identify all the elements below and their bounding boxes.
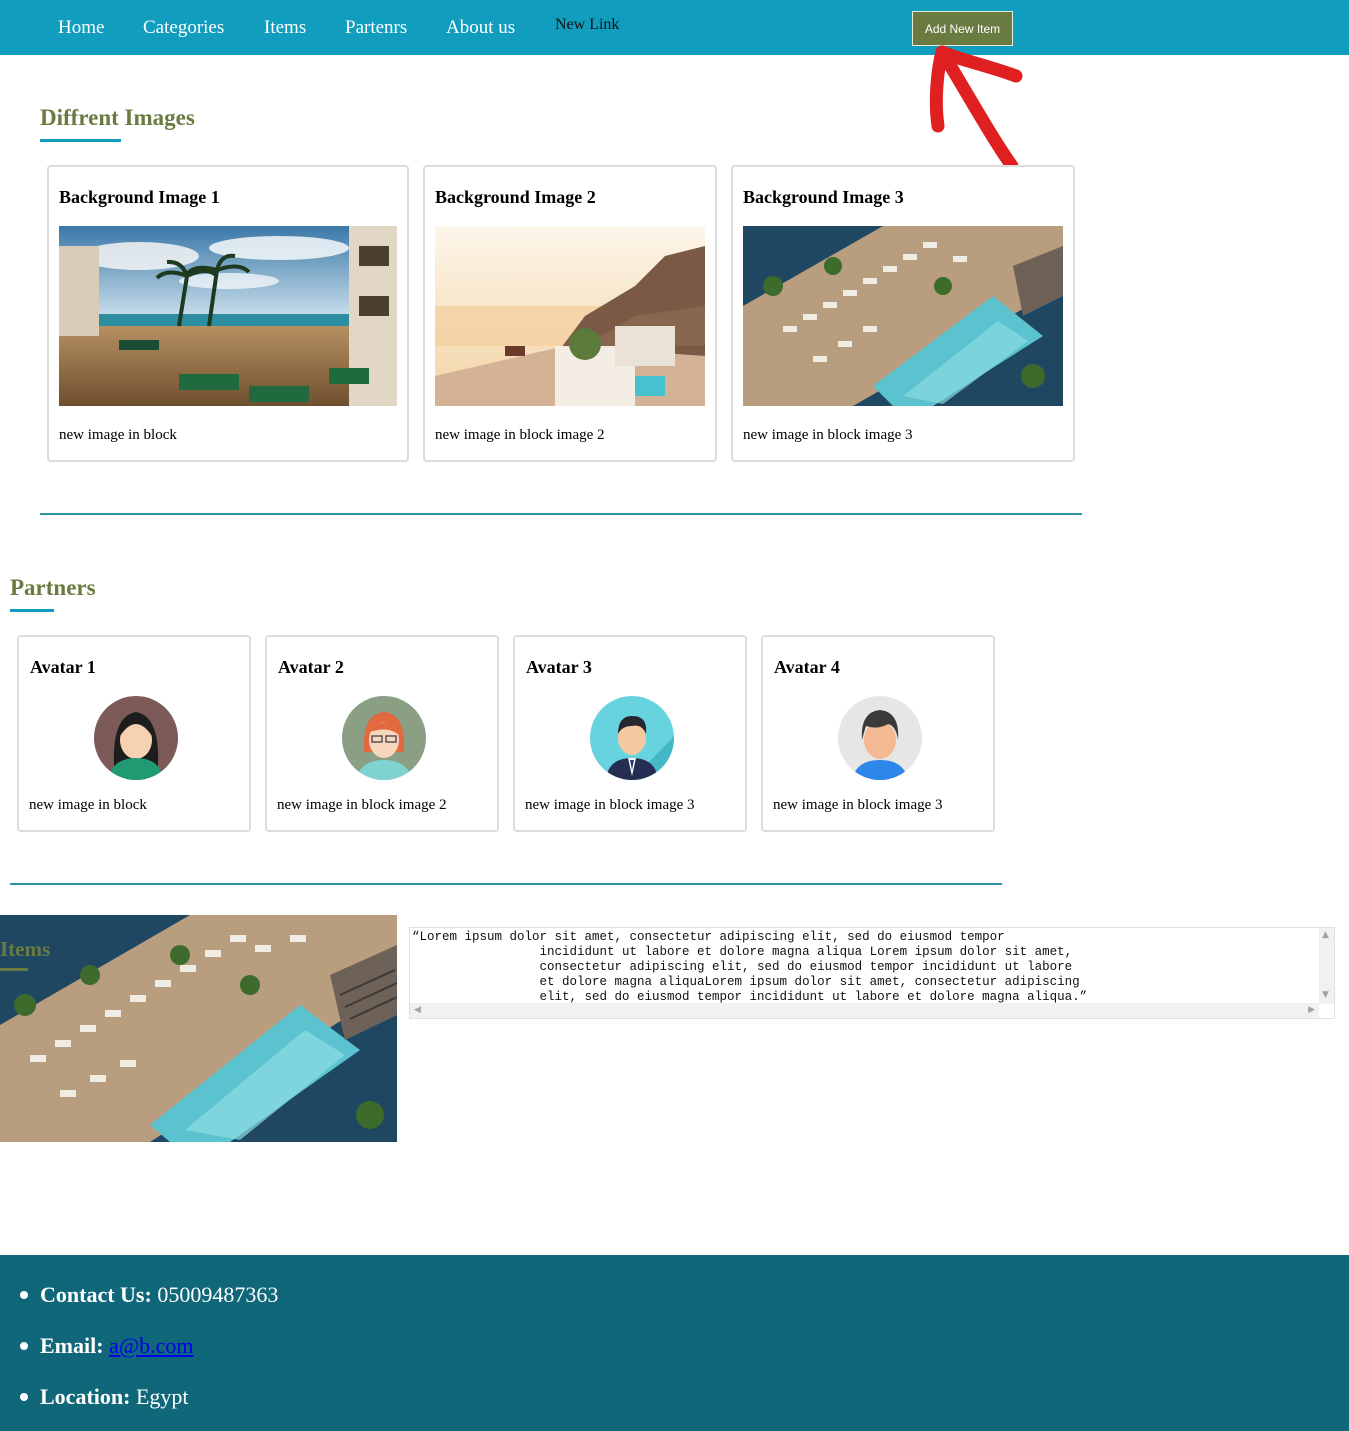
card-caption: new image in block xyxy=(59,427,177,443)
footer-contact-label: Contact Us: xyxy=(40,1282,152,1307)
scroll-up-icon[interactable]: ▲ xyxy=(1322,930,1329,940)
avatar-woman-glasses-icon xyxy=(342,696,426,780)
footer-email-label: Email: xyxy=(40,1333,104,1358)
bullet-icon xyxy=(20,1290,28,1299)
images-section-title: Diffrent Images xyxy=(40,105,195,130)
top-navbar: Home Categories Items Partenrs About us … xyxy=(0,0,1349,55)
card-caption: new image in block xyxy=(29,797,147,813)
bullet-icon xyxy=(20,1392,28,1401)
vertical-scrollbar[interactable]: ▲ ▼ xyxy=(1319,928,1334,1004)
avatar-woman-icon xyxy=(94,696,178,780)
card-caption: new image in block image 2 xyxy=(435,427,605,443)
partner-card: Avatar 3 new image in block image 3 xyxy=(513,635,747,832)
avatar-businessman-icon xyxy=(590,696,674,780)
partner-card: Avatar 4 new image in block image 3 xyxy=(761,635,995,832)
nav-link-items[interactable]: Items xyxy=(264,17,306,39)
nav-link-new[interactable]: New Link xyxy=(555,16,619,34)
footer-contact-value: 05009487363 xyxy=(157,1282,279,1307)
card-caption: new image in block image 3 xyxy=(743,427,913,443)
annotation-arrow-icon xyxy=(929,45,1023,173)
lorem-textarea[interactable]: “Lorem ipsum dolor sit amet, consectetur… xyxy=(409,927,1335,1019)
footer-contact: Contact Us: 05009487363 xyxy=(20,1282,278,1308)
image-card: Background Image 2 new image in block im… xyxy=(423,165,717,462)
footer-location-label: Location: xyxy=(40,1384,131,1409)
card-title: Avatar 2 xyxy=(278,657,344,677)
bullet-icon xyxy=(20,1341,28,1350)
footer-email-link[interactable]: a@b.com xyxy=(109,1333,193,1358)
partner-card: Avatar 2 new image in block image 2 xyxy=(265,635,499,832)
footer: Contact Us: 05009487363 Email: a@b.com L… xyxy=(0,1255,1349,1431)
card-caption: new image in block image 2 xyxy=(277,797,447,813)
card-title: Avatar 1 xyxy=(30,657,96,677)
items-pool-photo xyxy=(0,915,397,1142)
textarea-text: “Lorem ipsum dolor sit amet, consectetur… xyxy=(412,930,1088,1004)
scroll-right-icon[interactable]: ▶ xyxy=(1308,1005,1315,1015)
beach-deck-photo xyxy=(59,226,397,406)
card-title: Background Image 2 xyxy=(435,187,596,207)
card-title: Background Image 1 xyxy=(59,187,220,207)
title-underline xyxy=(40,139,121,142)
image-card: Background Image 3 new image in block im… xyxy=(731,165,1075,462)
image-card: Background Image 1 new image in block xyxy=(47,165,409,462)
avatar-man-icon xyxy=(838,696,922,780)
section-divider xyxy=(10,883,1002,885)
title-underline xyxy=(0,968,28,971)
card-title: Avatar 3 xyxy=(526,657,592,677)
partners-section-title: Partners xyxy=(10,575,96,600)
scroll-left-icon[interactable]: ◀ xyxy=(414,1005,421,1015)
cliff-terrace-photo xyxy=(435,226,705,406)
scroll-down-icon[interactable]: ▼ xyxy=(1322,990,1329,1000)
partner-card: Avatar 1 new image in block xyxy=(17,635,251,832)
pool-aerial-photo xyxy=(743,226,1063,406)
nav-link-home[interactable]: Home xyxy=(58,17,104,39)
title-underline xyxy=(10,609,54,612)
card-caption: new image in block image 3 xyxy=(773,797,943,813)
footer-location-value: Egypt xyxy=(135,1384,189,1409)
nav-link-about[interactable]: About us xyxy=(446,17,515,39)
card-title: Avatar 4 xyxy=(774,657,840,677)
horizontal-scrollbar[interactable]: ◀ ▶ xyxy=(410,1003,1319,1018)
section-divider xyxy=(40,513,1082,515)
footer-email: Email: a@b.com xyxy=(20,1333,193,1359)
nav-link-partners[interactable]: Partenrs xyxy=(345,17,407,39)
items-section-title: Items xyxy=(0,937,51,961)
card-caption: new image in block image 3 xyxy=(525,797,695,813)
nav-link-categories[interactable]: Categories xyxy=(143,17,224,39)
footer-location: Location: Egypt xyxy=(20,1384,189,1410)
card-title: Background Image 3 xyxy=(743,187,904,207)
